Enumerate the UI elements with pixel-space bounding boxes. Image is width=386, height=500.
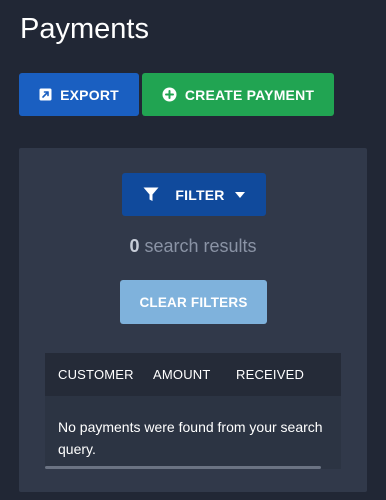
empty-state-message: No payments were found from your search … [58,419,323,457]
create-payment-button[interactable]: CREATE PAYMENT [142,73,334,116]
column-header-received[interactable]: RECEIVED [236,353,304,396]
external-link-icon [39,88,52,101]
column-header-amount[interactable]: AMOUNT [153,353,211,396]
export-button[interactable]: EXPORT [19,73,139,116]
export-button-label: EXPORT [60,86,119,103]
horizontal-scrollbar[interactable] [45,466,321,469]
funnel-icon [143,187,159,202]
create-payment-button-label: CREATE PAYMENT [184,86,315,103]
filter-dropdown-button[interactable]: FILTER [122,173,266,216]
search-results-summary: 0 search results [19,236,367,257]
caret-down-icon [234,191,245,198]
filter-panel: FILTER 0 search results CLEAR FILTERS CU… [19,148,367,492]
column-header-customer[interactable]: CUSTOMER [58,353,134,396]
payments-table: CUSTOMER AMOUNT RECEIVED No payments wer… [45,353,341,469]
filter-button-label: FILTER [175,186,225,203]
table-header: CUSTOMER AMOUNT RECEIVED [45,353,341,396]
plus-circle-icon [162,87,177,102]
clear-filters-button[interactable]: CLEAR FILTERS [120,280,267,324]
result-count: 0 [129,236,140,256]
result-text: search results [144,236,257,256]
page-title: Payments [20,13,149,45]
